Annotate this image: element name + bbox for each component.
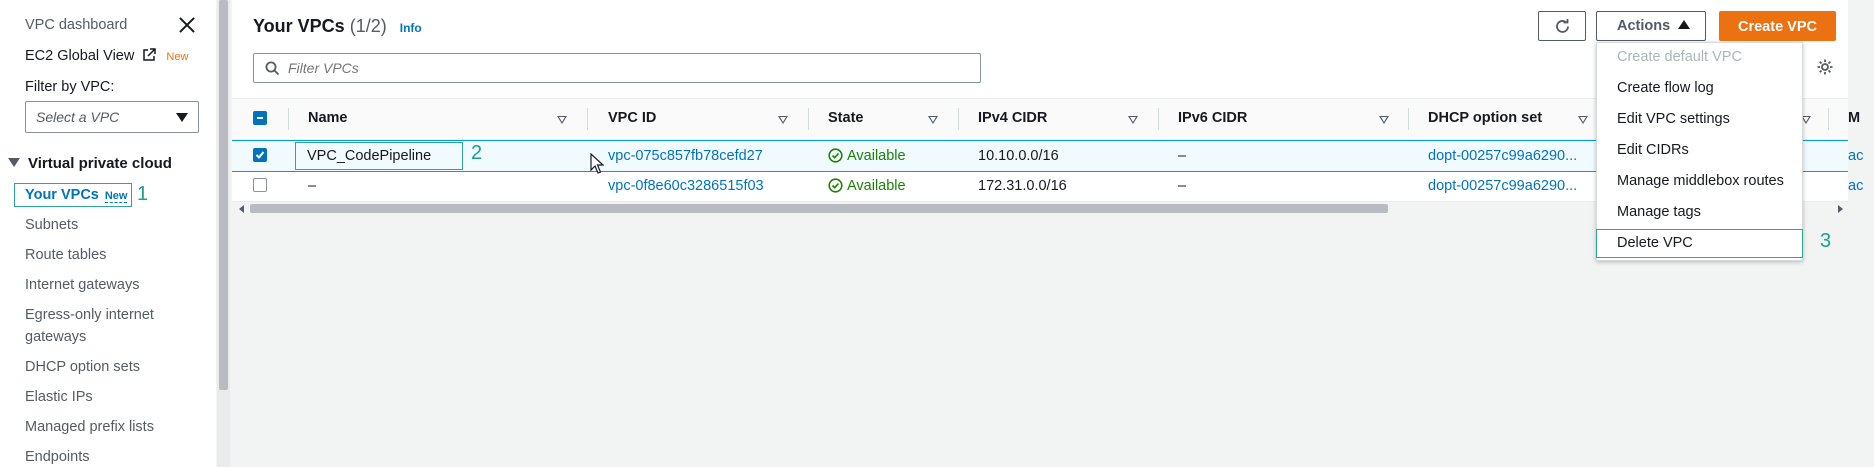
sidebar-item-subnets[interactable]: Subnets	[25, 217, 78, 233]
status-text: Available	[847, 178, 906, 194]
column-divider	[1408, 108, 1409, 130]
new-badge: New	[166, 51, 189, 63]
checkmark-icon	[255, 151, 265, 159]
section-virtual-private-cloud[interactable]: Virtual private cloud	[8, 155, 172, 172]
filter-vpcs-field[interactable]	[253, 53, 981, 83]
filter-by-vpc-label: Filter by VPC:	[25, 79, 115, 95]
column-header-ipv4-cidr[interactable]: IPv4 CIDR	[978, 110, 1047, 126]
selection-count: (1/2)	[349, 16, 387, 36]
status-badge: Available	[828, 178, 906, 194]
sidebar-item-label: Your VPCs	[25, 187, 99, 203]
column-header-vpc-id[interactable]: VPC ID	[608, 110, 656, 126]
section-title-label: Virtual private cloud	[28, 155, 172, 172]
status-badge: Available	[828, 148, 906, 164]
menu-item-create-flow-log[interactable]: Create flow log	[1617, 80, 1714, 96]
sidebar-item-egress-only-line2[interactable]: gateways	[25, 329, 86, 345]
ipv6-cidr-cell: –	[1178, 178, 1187, 194]
menu-item-manage-tags[interactable]: Manage tags	[1617, 204, 1701, 220]
vpc-name-cell: –	[308, 178, 317, 194]
dhcp-option-set-link[interactable]: dopt-00257c99a6290...	[1428, 178, 1577, 194]
column-header-more[interactable]: M	[1848, 110, 1860, 126]
sort-icon[interactable]	[557, 116, 567, 124]
column-header-state[interactable]: State	[828, 110, 863, 126]
new-badge: New	[104, 190, 128, 203]
vpc-id-link[interactable]: vpc-0f8e60c3286515f03	[608, 178, 764, 194]
check-circle-icon	[828, 148, 843, 163]
column-header-dhcp-option-set[interactable]: DHCP option set	[1428, 110, 1542, 126]
search-icon	[265, 61, 280, 76]
sort-icon[interactable]	[928, 116, 938, 124]
ipv6-cidr-cell: –	[1178, 148, 1187, 164]
annotation-3: 3	[1820, 230, 1832, 252]
sidebar-item-internet-gateways[interactable]: Internet gateways	[25, 277, 139, 293]
refresh-icon	[1556, 19, 1569, 33]
sidebar-item-dhcp-option-sets[interactable]: DHCP option sets	[25, 359, 140, 375]
sidebar-item-managed-prefix-lists[interactable]: Managed prefix lists	[25, 419, 154, 435]
sidebar-item-endpoints[interactable]: Endpoints	[25, 449, 90, 465]
ipv4-cidr-cell: 172.31.0.0/16	[978, 178, 1067, 194]
sidebar-item-route-tables[interactable]: Route tables	[25, 247, 106, 263]
menu-item-create-default-vpc: Create default VPC	[1617, 49, 1742, 65]
status-text: Available	[847, 148, 906, 164]
caret-down-icon	[176, 113, 188, 122]
menu-item-edit-vpc-settings[interactable]: Edit VPC settings	[1617, 111, 1730, 127]
annotation-2: 2	[471, 142, 483, 164]
sort-icon[interactable]	[1578, 116, 1588, 124]
title-text: Your VPCs	[253, 16, 345, 36]
scroll-right-icon[interactable]	[1838, 205, 1843, 213]
create-vpc-button[interactable]: Create VPC	[1719, 11, 1836, 41]
column-header-ipv6-cidr[interactable]: IPv6 CIDR	[1178, 110, 1247, 126]
column-divider	[1158, 108, 1159, 130]
check-circle-icon	[828, 178, 843, 193]
actions-label: Actions	[1617, 18, 1671, 34]
sidebar-item-egress-only[interactable]: Egress-only internet	[25, 307, 154, 323]
annotation-1: 1	[137, 183, 149, 205]
sidebar: VPC dashboard EC2 Global View New Filter…	[0, 0, 216, 467]
truncated-cell-link[interactable]: ac	[1848, 178, 1863, 194]
actions-button[interactable]: Actions	[1596, 11, 1706, 41]
sidebar-item-label: EC2 Global View	[25, 48, 135, 64]
column-divider	[808, 108, 809, 130]
column-divider	[288, 108, 289, 130]
ipv4-cidr-cell: 10.10.0.0/16	[978, 148, 1059, 164]
scroll-left-icon[interactable]	[239, 205, 244, 213]
dhcp-option-set-link[interactable]: dopt-00257c99a6290...	[1428, 148, 1577, 164]
sort-icon[interactable]	[1379, 116, 1389, 124]
external-link-icon	[143, 48, 157, 61]
truncated-cell-link[interactable]: ac	[1848, 148, 1863, 164]
sidebar-item-ec2-global-view[interactable]: EC2 Global View New	[25, 48, 188, 64]
gear-icon[interactable]	[1816, 58, 1834, 76]
filter-vpcs-input[interactable]	[288, 59, 968, 77]
close-icon[interactable]	[176, 14, 198, 36]
sidebar-item-elastic-ips[interactable]: Elastic IPs	[25, 389, 93, 405]
vpc-select[interactable]: Select a VPC	[25, 101, 199, 133]
vpc-id-link[interactable]: vpc-075c857fb78cefd27	[608, 148, 763, 164]
column-header-name[interactable]: Name	[308, 110, 348, 126]
row-checkbox[interactable]	[253, 148, 267, 162]
info-link[interactable]: Info	[400, 21, 422, 35]
vpc-name-cell[interactable]: VPC_CodePipeline	[295, 142, 463, 170]
mouse-cursor-icon	[590, 153, 604, 174]
sort-icon[interactable]	[778, 116, 788, 124]
sidebar-scroll-thumb[interactable]	[219, 0, 228, 390]
menu-item-manage-middlebox-routes[interactable]: Manage middlebox routes	[1617, 173, 1784, 189]
menu-item-delete-vpc[interactable]: Delete VPC	[1617, 235, 1693, 251]
horizontal-scroll-thumb[interactable]	[250, 204, 1388, 213]
page-title: Your VPCs (1/2) Info	[253, 16, 422, 37]
column-divider	[958, 108, 959, 130]
sidebar-item-vpc-dashboard[interactable]: VPC dashboard	[25, 17, 127, 33]
select-all-checkbox[interactable]	[253, 111, 267, 125]
sidebar-item-your-vpcs[interactable]: Your VPCs New	[14, 183, 132, 207]
caret-down-icon	[8, 158, 20, 167]
column-divider	[1828, 108, 1829, 130]
column-divider	[587, 108, 588, 130]
caret-up-icon	[1678, 20, 1691, 29]
row-checkbox[interactable]	[253, 178, 267, 192]
vpc-select-placeholder: Select a VPC	[36, 109, 120, 125]
sort-icon[interactable]	[1128, 116, 1138, 124]
menu-item-edit-cidrs[interactable]: Edit CIDRs	[1617, 142, 1689, 158]
refresh-button[interactable]	[1538, 11, 1586, 41]
